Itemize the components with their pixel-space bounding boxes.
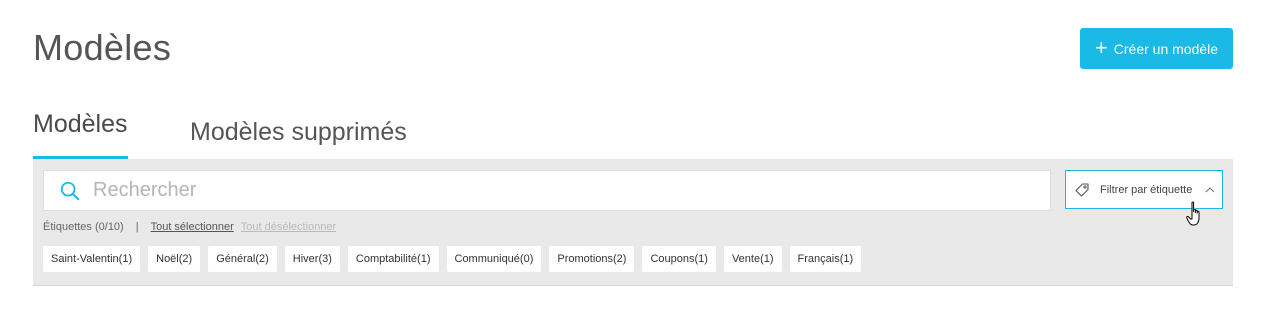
tag-chip[interactable]: Hiver(3) xyxy=(284,246,340,272)
tags-count-label: Étiquettes (0/10) xyxy=(43,221,124,233)
tag-chips: Saint-Valentin(1) Noël(2) Général(2) Hiv… xyxy=(43,246,862,272)
tag-chip[interactable]: Saint-Valentin(1) xyxy=(43,246,141,272)
tag-chip[interactable]: Vente(1) xyxy=(723,246,782,272)
chevron-up-icon xyxy=(1205,186,1215,192)
page-title: Modèles xyxy=(33,27,172,68)
filter-panel: Filtrer par étiquette Étiquettes (0/10) … xyxy=(33,159,1233,286)
deselect-all-link[interactable]: Tout désélectionner xyxy=(241,221,336,233)
search-icon xyxy=(60,181,80,200)
separator: | xyxy=(135,221,139,233)
select-all-link[interactable]: Tout sélectionner xyxy=(151,221,234,233)
tag-chip[interactable]: Général(2) xyxy=(208,246,277,272)
tag-chip[interactable]: Coupons(1) xyxy=(642,246,716,272)
plus-icon: + xyxy=(1094,34,1108,60)
tag-icon xyxy=(1075,182,1089,197)
filter-by-tag-label: Filtrer par étiquette xyxy=(1100,183,1193,196)
tab-templates[interactable]: Modèles xyxy=(33,110,128,159)
tags-selection-bar: Étiquettes (0/10) | Tout sélectionner To… xyxy=(43,221,336,233)
search-box xyxy=(43,170,1051,211)
hand-cursor-icon xyxy=(1186,201,1200,226)
create-template-label: Créer un modèle xyxy=(1113,40,1219,57)
search-input[interactable] xyxy=(93,179,993,202)
create-template-button[interactable]: + Créer un modèle xyxy=(1080,28,1233,69)
tag-chip[interactable]: Noël(2) xyxy=(148,246,201,272)
tag-chip[interactable]: Communiqué(0) xyxy=(446,246,542,272)
page: Modèles + Créer un modèle Modèles Modèle… xyxy=(0,0,1271,311)
tag-chip[interactable]: Promotions(2) xyxy=(549,246,635,272)
tag-chip[interactable]: Français(1) xyxy=(789,246,862,272)
tag-chip[interactable]: Comptabilité(1) xyxy=(347,246,439,272)
